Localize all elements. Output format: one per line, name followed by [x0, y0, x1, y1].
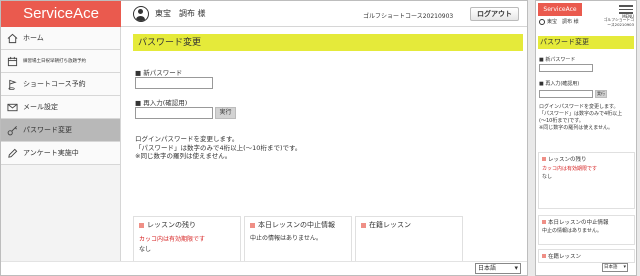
description-line: ※同じ数字の羅列は使えません。 — [135, 152, 232, 160]
confirm-password-label: ■ 再入力(確認用) — [539, 81, 580, 87]
confirm-password-label: ■ 再入力(確認用) — [135, 99, 188, 107]
expiry-note: カッコ内は有効期限です — [542, 166, 598, 172]
sidebar: ホーム 練習場土日祝早朝打ち放題予約 ショートコース予約 メール設定 パスワード… — [1, 27, 121, 275]
course-name: ゴルフショートコ ース20210903 — [600, 17, 634, 27]
sidebar-item-mail-settings[interactable]: メール設定 — [1, 96, 120, 119]
brand-logo[interactable]: ServiceAce — [1, 1, 121, 27]
sidebar-item-label: 練習場土日祝早朝打ち放題予約 — [23, 59, 86, 64]
description-line: ※同じ数字の羅列は使えません。 — [539, 125, 614, 131]
description-line: (〜10桁まで)です。 — [539, 118, 584, 124]
desktop-view: ServiceAce 東宝 調布 様 ゴルフショートコース20210903 ログ… — [0, 0, 528, 276]
description-line: 「パスワード」は数字のみで4桁以上(〜10桁まで)です。 — [135, 143, 302, 152]
new-password-label: ■ 新パスワード — [135, 69, 183, 77]
user-bar: 東宝 調布 様 ゴルフショートコース20210903 ログアウト — [121, 1, 527, 27]
user-info: 東宝 調布 様 — [539, 18, 579, 25]
lessons-left-value: なし — [542, 174, 553, 180]
logout-button[interactable]: ログアウト — [470, 7, 519, 21]
user-name: 東宝 調布 様 — [547, 19, 579, 25]
execute-button[interactable]: 実行 — [595, 90, 607, 98]
description-line: ログインパスワードを変更します。 — [135, 135, 239, 143]
sidebar-item-short-course[interactable]: ショートコース予約 — [1, 73, 120, 96]
footer: 日本語 — [1, 261, 527, 275]
confirm-password-input[interactable] — [539, 90, 593, 98]
card-title: 在籍レッスン — [548, 254, 582, 260]
page-title: パスワード変更 — [538, 36, 634, 49]
sidebar-item-home[interactable]: ホーム — [1, 27, 120, 50]
pencil-icon — [5, 146, 19, 160]
calendar-icon — [5, 54, 19, 68]
password-description: ログインパスワードを変更します。 「パスワード」は数字のみで4桁以上 (〜10桁… — [539, 104, 636, 132]
course-line: ース20210903 — [607, 22, 634, 27]
expiry-note: カッコ内は有効期限です — [139, 236, 206, 243]
execute-button[interactable]: 実行 — [215, 107, 236, 119]
user-avatar-icon — [133, 5, 149, 22]
description-line: 「パスワード」は数字のみで4桁以上 — [539, 111, 623, 117]
sidebar-item-survey[interactable]: アンケート実施中 — [1, 142, 120, 165]
card-title: 本日レッスンの中止情報 — [258, 221, 335, 229]
bullet-square-icon — [542, 254, 546, 258]
confirm-password-input[interactable] — [135, 107, 213, 119]
user-name: 東宝 調布 様 — [155, 9, 206, 18]
new-password-input[interactable] — [539, 64, 593, 72]
key-icon — [5, 123, 19, 137]
new-password-label: ■ 新パスワード — [539, 57, 576, 63]
main-content: パスワード変更 ■ 新パスワード ■ 再入力(確認用) 実行 ログインパスワード… — [127, 27, 527, 273]
brand-logo[interactable]: ServiceAce — [538, 3, 582, 16]
bullet-square-icon — [250, 222, 255, 228]
cancel-info-value: 中止の情報はありません。 — [250, 235, 322, 242]
language-select[interactable]: 日本語 — [602, 263, 628, 272]
cancel-info-card: 本日レッスンの中止情報 中止の情報はありません。 — [538, 215, 635, 245]
sidebar-item-label: ショートコース予約 — [23, 80, 86, 88]
user-avatar-icon — [539, 18, 545, 25]
mail-icon — [5, 100, 19, 114]
bullet-square-icon — [139, 222, 144, 228]
mobile-view: ServiceAce MENU 東宝 調布 様 ゴルフショートコ ース20210… — [535, 0, 637, 276]
sidebar-item-early-morning-reservation[interactable]: 練習場土日祝早朝打ち放題予約 — [1, 50, 120, 73]
lessons-left-card: レッスンの残り カッコ内は有効期限です なし — [538, 152, 635, 209]
sidebar-item-label: パスワード変更 — [23, 126, 72, 134]
sidebar-item-label: メール設定 — [23, 103, 58, 111]
card-title: レッスンの残り — [548, 157, 587, 163]
card-title: 在籍レッスン — [369, 221, 411, 229]
card-title: レッスンの残り — [147, 221, 196, 229]
bullet-square-icon — [542, 157, 546, 161]
description-line: ログインパスワードを変更します。 — [539, 104, 619, 110]
sidebar-item-password-change[interactable]: パスワード変更 — [1, 119, 120, 142]
card-title: 本日レッスンの中止情報 — [548, 220, 609, 226]
sidebar-item-label: アンケート実施中 — [23, 149, 79, 157]
sidebar-item-label: ホーム — [23, 34, 44, 42]
bullet-square-icon — [542, 220, 546, 224]
flag-icon — [5, 77, 19, 91]
course-name: ゴルフショートコース20210903 — [363, 13, 454, 20]
password-description: ログインパスワードを変更します。 「パスワード」は数字のみで4桁以上(〜10桁ま… — [135, 135, 301, 161]
lessons-left-value: なし — [139, 246, 152, 253]
page-title: パスワード変更 — [133, 34, 523, 51]
enrolled-lessons-card: 在籍レッスン — [538, 249, 635, 263]
home-icon — [5, 31, 19, 45]
new-password-input[interactable] — [135, 77, 213, 89]
cancel-info-value: 中止の情報はありません。 — [542, 228, 602, 234]
bullet-square-icon — [361, 222, 366, 228]
language-select[interactable]: 日本語 — [475, 263, 521, 274]
